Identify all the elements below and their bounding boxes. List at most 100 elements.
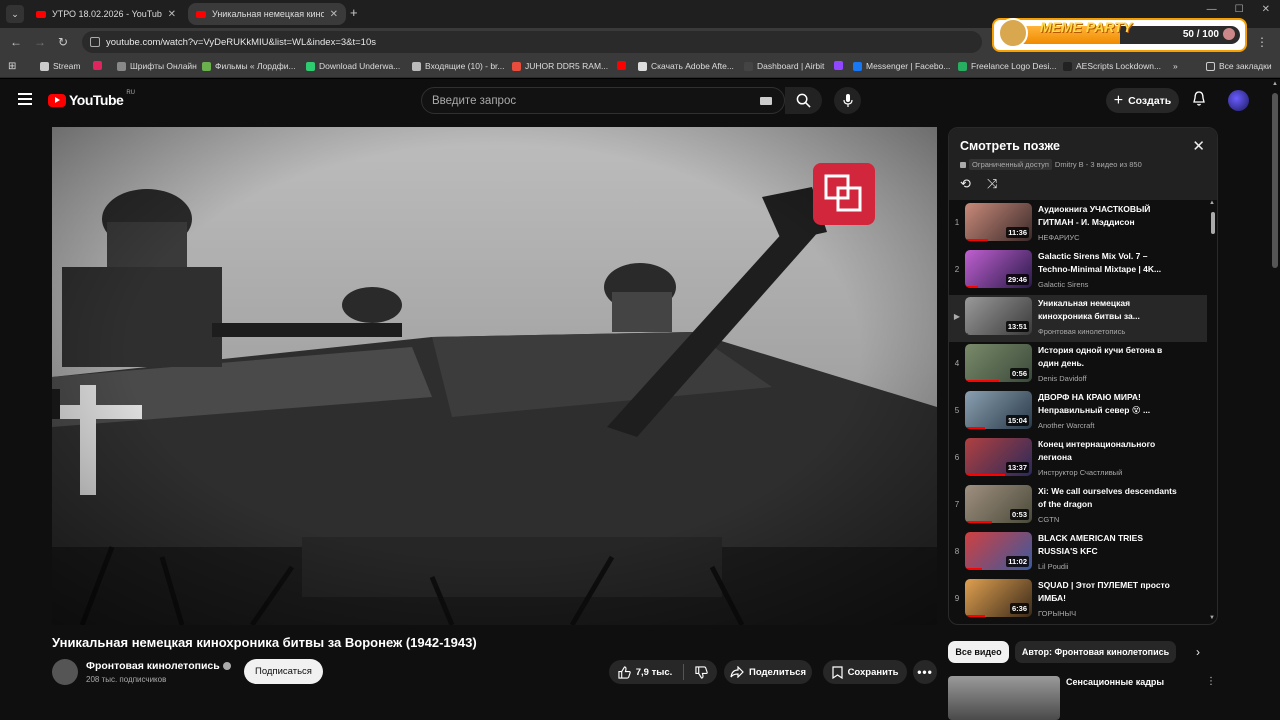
new-tab-button[interactable]: + (350, 5, 358, 20)
subscribe-button[interactable]: Подписаться (244, 659, 323, 684)
site-info-icon[interactable] (90, 37, 100, 47)
close-window-icon[interactable]: ✕ (1262, 4, 1270, 15)
watch-progress-bar (965, 568, 982, 570)
browser-menu-icon[interactable]: ⋮ (1256, 35, 1268, 49)
bookmark-item[interactable] (834, 61, 843, 70)
item-duration: 13:51 (1005, 321, 1029, 332)
item-duration: 11:02 (1006, 556, 1029, 567)
scroll-up-icon[interactable]: ▲ (1209, 200, 1215, 206)
item-title: Уникальная немецкая кинохроника битвы за… (1038, 298, 1140, 321)
bookmark-item[interactable]: AEScripts Lockdown... (1063, 61, 1161, 71)
bookmark-item[interactable]: Dashboard | Airbit (744, 61, 824, 71)
address-bar[interactable]: youtube.com/watch?v=VyDeRUKkMIU&list=WL&… (82, 31, 982, 53)
item-thumbnail[interactable]: 29:46 (965, 250, 1032, 288)
more-bookmarks-icon[interactable]: » (1173, 61, 1178, 71)
plus-icon: + (1113, 91, 1124, 109)
watch-progress-bar (965, 615, 986, 617)
tab-1[interactable]: УТРО 18.02.2026 - YouTube ✕ (28, 3, 184, 25)
channel-avatar[interactable] (52, 659, 78, 685)
bookmark-item[interactable] (617, 61, 626, 70)
bookmark-item[interactable]: Download Underwa... (306, 61, 400, 71)
forward-arrow-icon[interactable]: → (34, 35, 46, 49)
channel-name[interactable]: Фронтовая кинолетопись (86, 660, 231, 672)
chevron-right-icon[interactable]: › (1196, 645, 1200, 659)
bookmark-item[interactable]: Stream (40, 61, 80, 71)
like-button[interactable]: 7,9 тыс. (618, 665, 672, 679)
recommendation-title[interactable]: Сенсационные кадры (1066, 677, 1164, 687)
notifications-button[interactable] (1192, 91, 1206, 112)
item-thumbnail[interactable]: 0:56 (965, 344, 1032, 382)
close-tab-icon[interactable]: ✕ (330, 9, 338, 20)
reload-icon[interactable]: ↻ (58, 35, 68, 49)
item-thumbnail[interactable]: 15:04 (965, 391, 1032, 429)
item-thumbnail[interactable]: 13:37 (965, 438, 1032, 476)
playlist-item[interactable]: 1 11:36 Аудиокнига УЧАСТКОВЫЙ ГИТМАН - И. … (949, 201, 1207, 248)
close-playlist-icon[interactable]: ✕ (1192, 137, 1205, 155)
close-tab-icon[interactable]: ✕ (168, 9, 176, 20)
playlist-title[interactable]: Смотреть позже (960, 139, 1060, 153)
bookmark-item[interactable]: JUHOR DDR5 RAM... (512, 61, 608, 71)
app-icon (93, 61, 102, 70)
voice-search-button[interactable] (834, 87, 861, 114)
kebab-menu-icon[interactable]: ⋮ (1206, 676, 1216, 687)
menu-icon[interactable] (18, 93, 32, 105)
item-thumbnail[interactable]: 13:51 (965, 297, 1032, 335)
chip-all-videos[interactable]: Все видео (948, 641, 1009, 663)
tab-title: УТРО 18.02.2026 - YouTube (52, 9, 162, 19)
logo-icon (958, 61, 967, 71)
item-index: 1 (954, 218, 960, 227)
create-button[interactable]: + Создать (1106, 88, 1179, 113)
playlist-item[interactable]: 2 29:46 Galactic Sirens Mix Vol. 7 – Techn… (949, 248, 1207, 295)
item-thumbnail[interactable]: 0:53 (965, 485, 1032, 523)
all-bookmarks[interactable]: Все закладки (1206, 61, 1272, 71)
bookmark-item[interactable]: Скачать Adobe Afte... (638, 61, 734, 71)
save-button[interactable]: Сохранить (823, 660, 907, 684)
bookmark-item[interactable]: Messenger | Facebo... (853, 61, 950, 71)
more-actions-button[interactable]: ••• (913, 660, 937, 684)
shuffle-icon[interactable]: ⤨ (987, 176, 997, 192)
maximize-icon[interactable]: ☐ (1235, 4, 1244, 15)
account-avatar[interactable] (1228, 90, 1249, 111)
thumbs-down-icon[interactable] (695, 665, 709, 679)
tab-search-button[interactable]: ⌄ (6, 5, 24, 23)
scroll-down-icon[interactable]: ▼ (1209, 615, 1215, 621)
playlist-item[interactable]: 5 15:04 ДВОРФ НА КРАЮ МИРА! Неправильный с… (949, 389, 1207, 436)
keyboard-icon[interactable] (760, 97, 772, 105)
chip-author[interactable]: Автор: Фронтовая кинолетопись (1015, 641, 1176, 663)
twitch-icon (834, 61, 843, 70)
playlist-item[interactable]: 4 0:56 История одной кучи бетона в один де… (949, 342, 1207, 389)
playlist-item[interactable]: 6 13:37 Конец интернационального легиона Ин… (949, 436, 1207, 483)
share-button[interactable]: Поделиться (724, 660, 812, 684)
bookmark-item[interactable]: Входящие (10) - br... (412, 61, 505, 71)
youtube-logo[interactable]: YouTube RU (48, 90, 135, 108)
playlist-item[interactable]: 9 6:36 SQUAD | Этот ПУЛЕМЕТ просто ИМБА! ГО… (949, 577, 1207, 624)
bookmark-item[interactable]: Шрифты Онлайн (117, 61, 197, 71)
page-scrollbar[interactable] (1272, 93, 1278, 268)
search-button[interactable] (785, 87, 822, 114)
bookmark-item[interactable]: Фильмы « Лордфи... (202, 61, 296, 71)
bookmark-item[interactable] (93, 61, 102, 70)
youtube-favicon-icon (196, 10, 206, 18)
video-player[interactable] (52, 127, 937, 625)
playlist-scrollbar[interactable] (1211, 212, 1215, 234)
item-thumbnail[interactable]: 6:36 (965, 579, 1032, 617)
recommendation-item[interactable]: Сенсационные кадры ⋮ (948, 676, 1218, 720)
item-thumbnail[interactable]: 11:02 (965, 532, 1032, 570)
repeat-icon[interactable]: ⟲ (960, 176, 971, 192)
item-thumbnail[interactable]: 11:36 (965, 203, 1032, 241)
playlist-item[interactable]: 7 0:53 Xi: We call ourselves descendants o… (949, 483, 1207, 530)
page-scroll-up-icon[interactable]: ▲ (1272, 81, 1278, 87)
apps-grid-icon[interactable]: ⊞ (8, 61, 16, 72)
playlist-item[interactable]: 8 11:02 BLACK AMERICAN TRIES RUSSIA'S KFC L… (949, 530, 1207, 577)
item-index: 2 (954, 265, 960, 274)
window-controls: — ☐ ✕ (1207, 4, 1270, 15)
minimize-icon[interactable]: — (1207, 4, 1217, 15)
tab-2-active[interactable]: Уникальная немецкая кинохр ✕ (188, 3, 346, 25)
playlist-access: Ограниченный доступ (969, 159, 1052, 170)
back-arrow-icon[interactable]: ← (10, 35, 22, 49)
recommendation-thumbnail[interactable] (948, 676, 1060, 720)
search-input[interactable] (432, 92, 752, 110)
playlist-item[interactable]: ▶ 13:51 Уникальная немецкая кинохроника би… (949, 295, 1207, 342)
bookmark-item[interactable]: Freelance Logo Desi... (958, 61, 1057, 71)
meme-party-extension[interactable]: MEME PARTY 50 / 100 (992, 18, 1247, 52)
